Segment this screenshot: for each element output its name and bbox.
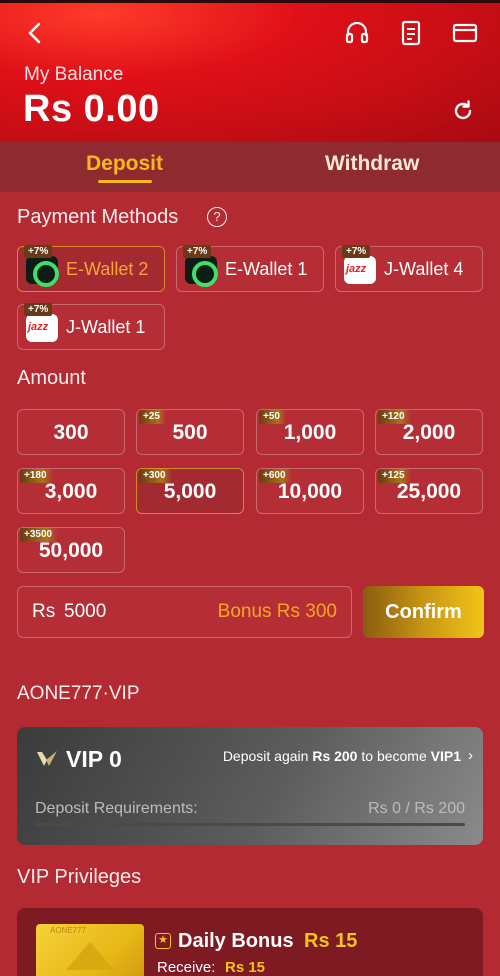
amount-input[interactable]: Rs 5000 Bonus Rs 300 [17, 586, 352, 638]
amount-input-value[interactable]: 5000 [64, 601, 106, 623]
ewallet-logo [185, 256, 218, 287]
amount-option-10000[interactable]: +600 10,000 [256, 468, 364, 514]
privilege-amount: Rs 15 [304, 930, 358, 952]
gift-calendar-icon: ★ [155, 933, 171, 949]
amount-option-300[interactable]: 300 [17, 409, 125, 455]
amount-option-1000[interactable]: +50 1,000 [256, 409, 364, 455]
deposit-requirements-label: Deposit Requirements: [35, 800, 198, 817]
amount-value: 500 [172, 421, 208, 444]
percent-badge: +7% [24, 303, 53, 316]
currency-label: Rs [32, 601, 56, 622]
amount-option-5000[interactable]: +300 5,000 [136, 468, 244, 514]
vip-next-middle: to become [357, 748, 431, 764]
vip-next-level: VIP1 [430, 748, 461, 764]
privilege-thumbnail: AONE777 [36, 924, 144, 976]
vip-badge-icon [35, 749, 59, 769]
tab-deposit[interactable]: Deposit [86, 152, 163, 176]
vip-privileges-title: VIP Privileges [17, 866, 142, 888]
tab-bar: Deposit Withdraw [0, 142, 500, 192]
payment-method-label: E-Wallet 2 [66, 259, 149, 279]
crown-icon [66, 942, 114, 970]
vip-next-amount: Rs 200 [312, 748, 358, 764]
amount-value: 5,000 [163, 480, 217, 503]
payment-method-ewallet-1[interactable]: +7% E-Wallet 1 [176, 245, 324, 292]
amount-value: 1,000 [283, 421, 337, 444]
jazz-logo [26, 314, 58, 342]
amount-value: 50,000 [38, 539, 104, 562]
deposit-requirements-value: Rs 0 / Rs 200 [368, 800, 465, 817]
refresh-icon[interactable] [448, 96, 478, 126]
document-icon[interactable] [396, 18, 426, 48]
amount-value: 25,000 [396, 480, 462, 503]
wallet-card-icon[interactable] [450, 18, 480, 48]
payment-method-jwallet-1[interactable]: +7% J-Wallet 1 [17, 303, 165, 350]
amount-option-50000[interactable]: +3500 50,000 [17, 527, 125, 573]
privilege-card-daily-bonus[interactable]: AONE777 ★ Daily Bonus Rs 15 Receive: Rs … [17, 908, 483, 976]
amount-title: Amount [17, 367, 86, 389]
vip-next-prefix: Deposit again [222, 748, 313, 764]
privilege-title: Daily Bonus [178, 930, 294, 952]
vip-level: VIP 0 [66, 746, 122, 772]
balance-value: Rs 0.00 [23, 88, 160, 130]
back-icon[interactable] [20, 18, 50, 48]
amount-value: 10,000 [277, 480, 343, 503]
vip-card[interactable]: VIP 0 Deposit again Rs 200 to become VIP… [17, 727, 483, 845]
headset-icon[interactable] [342, 18, 372, 48]
payment-method-label: E-Wallet 1 [225, 259, 308, 279]
confirm-button[interactable]: Confirm [363, 586, 484, 638]
amount-option-25000[interactable]: +125 25,000 [375, 468, 483, 514]
balance-label: My Balance [24, 64, 124, 85]
bonus-text: Bonus Rs 300 [217, 601, 337, 622]
payment-method-jwallet-4[interactable]: +7% J-Wallet 4 [335, 245, 483, 292]
percent-badge: +7% [24, 245, 53, 258]
receive-value: Rs 15 [225, 959, 266, 976]
payment-method-label: J-Wallet 1 [66, 317, 146, 337]
vip-section-title: AONE777·VIP [17, 683, 140, 704]
payment-method-ewallet-2[interactable]: +7% E-Wallet 2 [17, 245, 165, 292]
tab-active-indicator [98, 180, 152, 183]
amount-option-3000[interactable]: +180 3,000 [17, 468, 125, 514]
payment-method-label: J-Wallet 4 [384, 259, 464, 279]
chevron-right-icon[interactable]: › [468, 747, 473, 764]
jazz-logo [344, 256, 376, 284]
tab-withdraw[interactable]: Withdraw [325, 152, 419, 176]
percent-badge: +7% [183, 245, 212, 258]
amount-value: 2,000 [402, 421, 456, 444]
amount-option-500[interactable]: +25 500 [136, 409, 244, 455]
vip-next-level-text[interactable]: Deposit again Rs 200 to become VIP1 [223, 748, 461, 764]
ewallet-logo [26, 256, 59, 287]
help-icon[interactable]: ? [207, 207, 227, 227]
amount-value: 300 [53, 421, 89, 444]
vip-progress-bar [35, 823, 465, 826]
amount-value: 3,000 [44, 480, 98, 503]
thumbnail-logo-text: AONE777 [50, 926, 87, 935]
percent-badge: +7% [342, 245, 371, 258]
amount-option-2000[interactable]: +120 2,000 [375, 409, 483, 455]
header: My Balance Rs 0.00 [0, 0, 500, 142]
receive-label: Receive: [157, 959, 216, 976]
payment-methods-title: Payment Methods [17, 206, 179, 228]
